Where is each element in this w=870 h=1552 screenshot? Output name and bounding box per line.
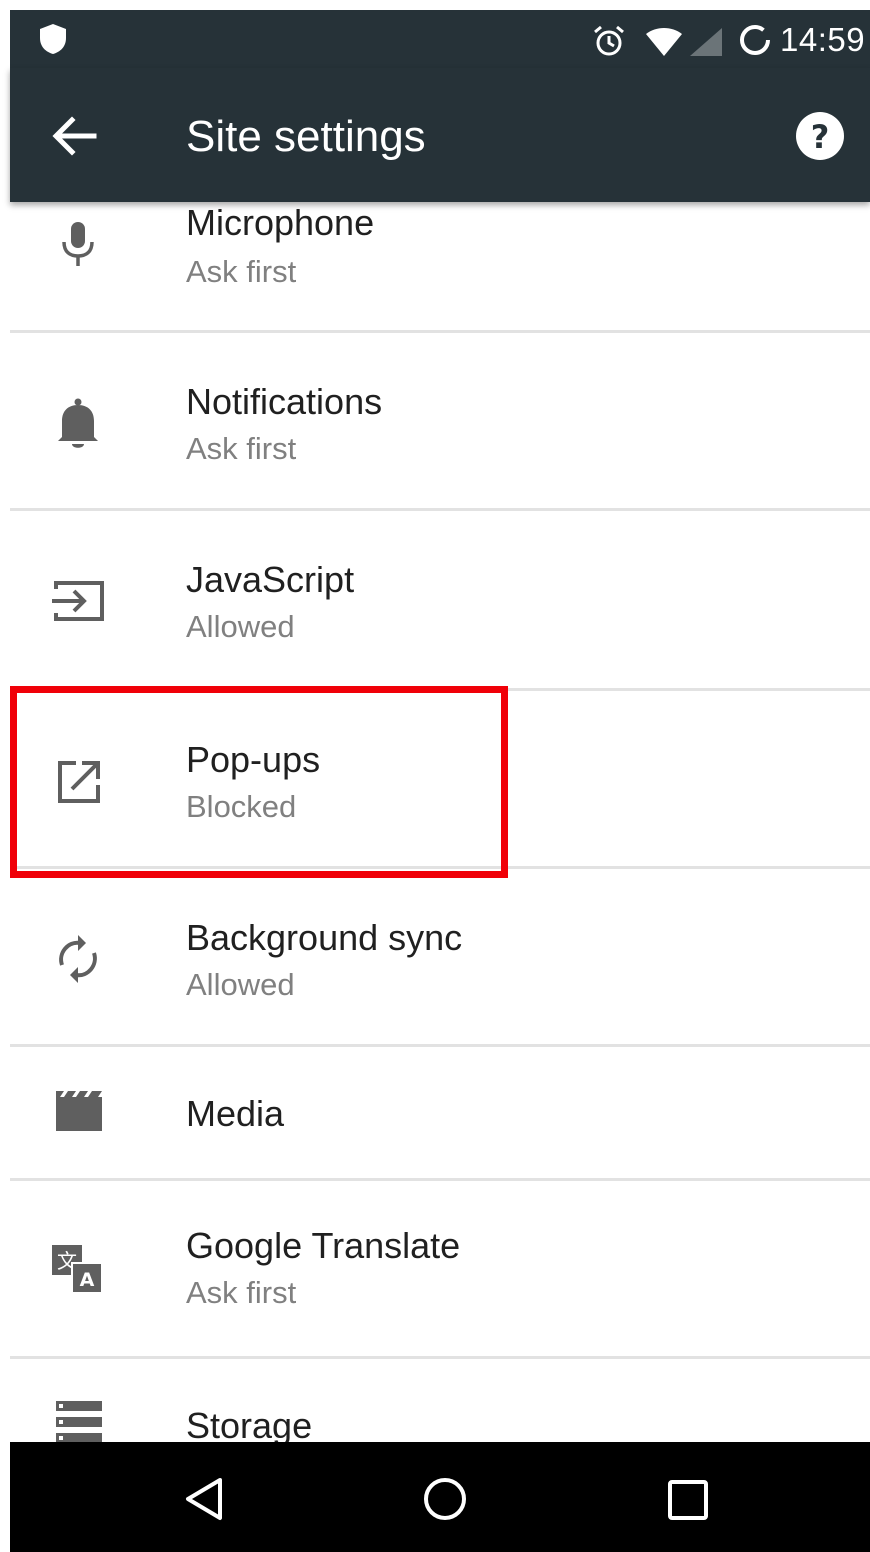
item-title: Google Translate xyxy=(186,1225,461,1266)
item-title: JavaScript xyxy=(186,559,355,600)
shield-icon xyxy=(40,24,66,54)
storage-icon xyxy=(56,1401,102,1442)
status-time: 14:59 xyxy=(780,21,866,58)
item-title: Media xyxy=(186,1093,285,1134)
signal-icon xyxy=(690,28,722,56)
list-item-storage[interactable]: Storage xyxy=(10,1359,870,1442)
screen: 14:59 Site settings ? Microphone Ask fir… xyxy=(0,0,870,1552)
item-title: Microphone xyxy=(186,202,375,243)
wifi-icon xyxy=(646,28,682,56)
clapperboard-icon xyxy=(56,1091,102,1131)
list-item-microphone[interactable]: Microphone Ask first xyxy=(10,202,870,332)
item-subtitle: Blocked xyxy=(186,789,297,824)
site-settings-list: Microphone Ask first Notifications Ask f… xyxy=(10,202,870,1442)
list-item-google-translate[interactable]: 文 A Google Translate Ask first xyxy=(10,1181,870,1357)
item-title: Notifications xyxy=(186,381,383,422)
svg-text:A: A xyxy=(80,1269,95,1291)
back-arrow-icon[interactable] xyxy=(50,114,98,158)
javascript-icon xyxy=(52,581,104,621)
alarm-icon xyxy=(594,25,624,56)
page-title: Site settings xyxy=(186,112,426,161)
item-subtitle: Allowed xyxy=(186,609,295,644)
app-bar: Site settings ? xyxy=(10,68,870,202)
status-bar: 14:59 xyxy=(10,10,870,68)
list-item-pop-ups[interactable]: Pop-ups Blocked xyxy=(10,691,870,867)
nav-home-icon[interactable] xyxy=(422,1476,468,1522)
item-title: Storage xyxy=(186,1405,313,1442)
help-icon[interactable]: ? xyxy=(794,110,846,162)
list-item-javascript[interactable]: JavaScript Allowed xyxy=(10,511,870,687)
item-subtitle: Ask first xyxy=(186,1275,297,1310)
item-title: Pop-ups xyxy=(186,739,321,780)
microphone-icon xyxy=(62,222,94,266)
item-subtitle: Allowed xyxy=(186,967,295,1002)
popup-open-icon xyxy=(58,761,100,803)
list-item-media[interactable]: Media xyxy=(10,1047,870,1177)
battery-icon xyxy=(740,25,770,55)
list-item-notifications[interactable]: Notifications Ask first xyxy=(10,333,870,509)
svg-text:?: ? xyxy=(811,118,830,156)
nav-back-icon[interactable] xyxy=(182,1476,226,1522)
translate-icon: 文 A xyxy=(52,1245,103,1294)
nav-recents-icon[interactable] xyxy=(666,1478,710,1522)
list-item-background-sync[interactable]: Background sync Allowed xyxy=(10,869,870,1045)
item-subtitle: Ask first xyxy=(186,431,297,466)
bell-icon xyxy=(58,398,98,448)
item-title: Background sync xyxy=(186,917,463,958)
sync-icon xyxy=(59,935,97,983)
navigation-bar xyxy=(10,1442,870,1552)
item-subtitle: Ask first xyxy=(186,254,297,289)
